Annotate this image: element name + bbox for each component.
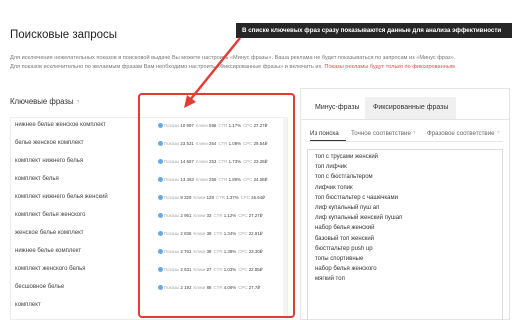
subtabs-divider (307, 141, 503, 142)
annotation-banner: В списке ключевых фраз сразу показываютс… (236, 23, 512, 38)
keyword-phrase: женское белье комплект (15, 230, 84, 236)
keyword-phrase: белье женское комплект (15, 140, 84, 146)
minus-phrase-item: лиф купальный пуш ап (315, 205, 380, 211)
minus-phrase-item: топ лифчик (315, 164, 347, 171)
keyword-phrase: бесшовное белье (15, 284, 65, 290)
keywords-title: Ключевые фразы? (10, 97, 79, 106)
keyword-phrase: комплект белья женского (15, 212, 86, 218)
keyword-phrase: комплект нижнего белья женский (15, 194, 108, 200)
info-line-1: Для исключения нежелательных показов в п… (10, 55, 456, 61)
keywords-title-text: Ключевые фразы (10, 97, 74, 106)
keyword-phrase: комплект нижнего белья (15, 158, 84, 164)
tab-fixed-phrases[interactable]: Фиксированные фразы (365, 97, 457, 119)
page-title: Поисковые запросы (10, 29, 118, 41)
minus-phrase-item: лифчик топик (315, 184, 353, 191)
info-line-2-text: Для показов исключительно по желаемым фр… (10, 64, 323, 70)
minus-phrase-item: бюстгальтер push up (315, 245, 373, 252)
tabs-divider (301, 119, 509, 120)
minus-phrase-item: набор белья женский (315, 225, 375, 232)
question-icon[interactable]: ? (497, 130, 500, 135)
minus-phrase-item: топ бюстгальтер с чашечками (315, 194, 398, 201)
minus-phrase-item: набор белья женского (315, 266, 377, 273)
minus-phrases-textarea[interactable]: топ с трусами женский топ лифчик топ с бюс… (307, 149, 503, 320)
keyword-phrase: нижнее белье комплект (15, 248, 82, 254)
subtab-from-search[interactable]: Из поиска (310, 130, 339, 137)
phrases-panel: Минус-фразы Фиксированные фразы Из поиск… (300, 88, 510, 320)
keyword-phrase: комплект белья (15, 176, 59, 182)
minus-phrase-item: топ с бюстгальтером (315, 174, 373, 181)
info-line-2-warning: Показы рекламы будут только по фиксирова… (324, 64, 455, 70)
keyword-phrase: комплект (15, 302, 41, 308)
tab-minus-phrases[interactable]: Минус-фразы (307, 97, 368, 119)
keyword-phrase: комплект женского белья (15, 266, 86, 272)
info-line-2: Для показов исключительно по желаемым фр… (10, 63, 455, 72)
keyword-phrase: нижнее белье женское комплект (15, 122, 106, 128)
info-text: Для исключения нежелательных показов в п… (10, 54, 455, 72)
subtab-phrase-match[interactable]: Фразовое соответствие (427, 130, 495, 137)
minus-phrase-item: мягкий топ (315, 276, 345, 283)
question-icon[interactable]: ? (77, 100, 80, 106)
minus-phrase-item: базовый топ женский (315, 235, 375, 242)
highlight-frame (138, 93, 295, 318)
minus-phrase-item: топ с трусами женский (315, 154, 379, 160)
subtab-exact-match[interactable]: Точное соответствие (351, 130, 411, 137)
question-icon[interactable]: ? (413, 130, 416, 135)
minus-phrase-item: топы спортивные (315, 256, 364, 262)
minus-phrase-item: лиф купальный женский пушап (315, 215, 403, 222)
